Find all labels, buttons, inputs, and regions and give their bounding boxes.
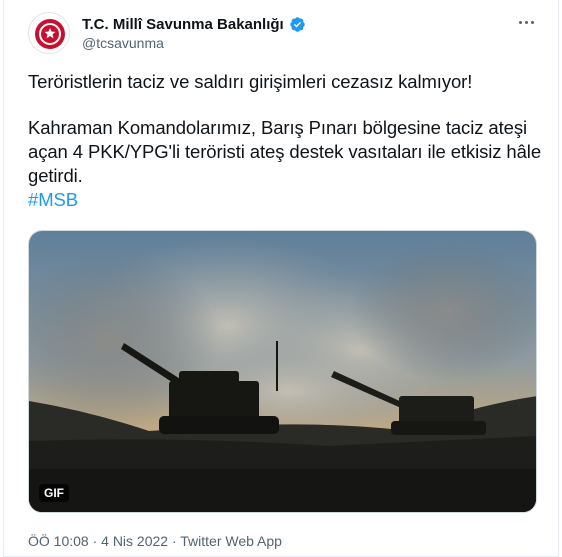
author-name-row: T.C. Millî Savunma Bakanlığı bbox=[82, 14, 306, 34]
gif-badge: GIF bbox=[39, 484, 69, 502]
tweet-text-line-1: Teröristlerin taciz ve saldırı girişimle… bbox=[28, 71, 473, 92]
author-handle[interactable]: @tcsavunma bbox=[82, 35, 164, 51]
more-options-icon[interactable] bbox=[516, 12, 536, 32]
tweet-card: T.C. Millî Savunma Bakanlığı @tcsavunma … bbox=[3, 0, 559, 557]
avatar[interactable] bbox=[28, 12, 70, 54]
tweet-text-paragraph-2: Kahraman Komandolarımız, Barış Pınarı bö… bbox=[28, 117, 542, 186]
tweet-text: Teröristlerin taciz ve saldırı girişimle… bbox=[28, 70, 543, 212]
hashtag-link[interactable]: #MSB bbox=[28, 189, 78, 210]
tweet-timestamp[interactable]: ÖÖ 10:08 · 4 Nis 2022 · Twitter Web App bbox=[28, 533, 282, 549]
verified-badge-icon bbox=[289, 16, 305, 32]
msb-emblem-icon bbox=[30, 14, 69, 53]
display-name[interactable]: T.C. Millî Savunma Bakanlığı bbox=[82, 16, 284, 33]
artillery-gif-image bbox=[29, 231, 536, 512]
tweet-media-gif[interactable]: GIF bbox=[28, 230, 537, 513]
